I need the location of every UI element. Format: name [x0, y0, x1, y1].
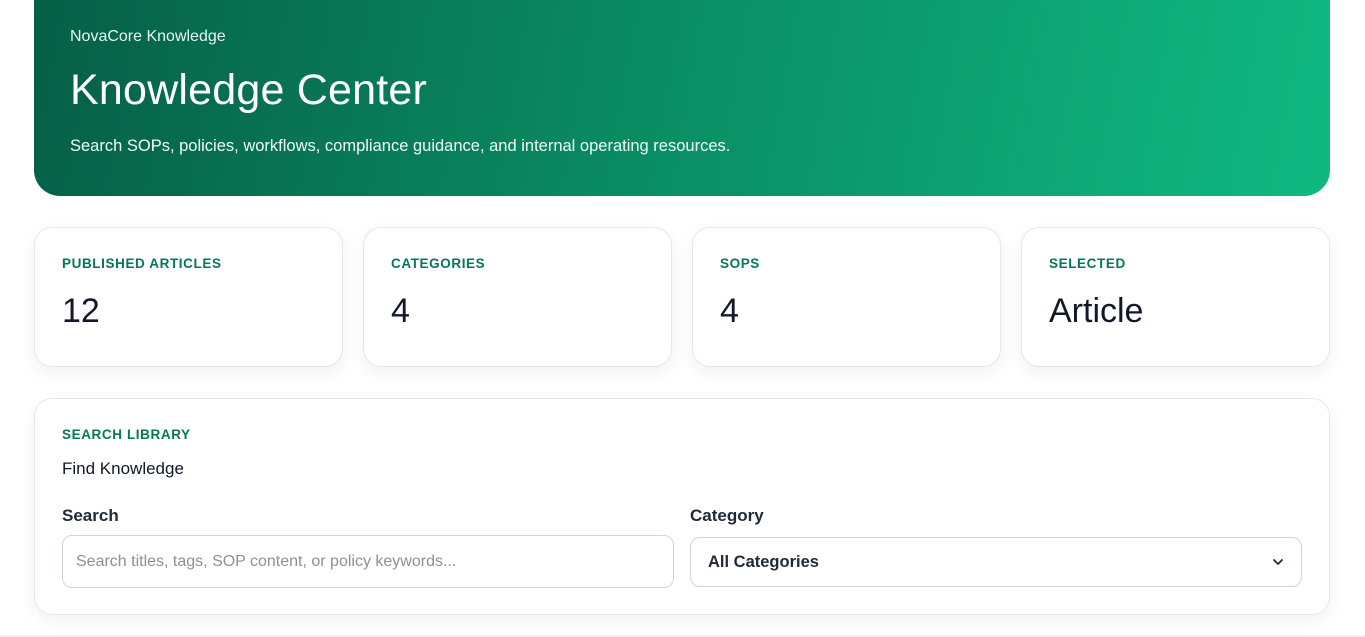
brand-name: NovaCore Knowledge: [70, 28, 226, 45]
panel-eyebrow: SEARCH LIBRARY: [62, 427, 191, 442]
category-label: Category: [690, 506, 764, 525]
stat-label: PUBLISHED ARTICLES: [62, 256, 222, 271]
category-selected-value: All Categories: [708, 552, 819, 571]
stat-label: SELECTED: [1049, 256, 1126, 271]
search-label: Search: [62, 506, 119, 525]
category-select[interactable]: All Categories: [690, 537, 1302, 587]
panel-title: Find Knowledge: [62, 459, 184, 478]
search-input[interactable]: [62, 535, 674, 588]
stat-card-selected: SELECTED Article: [1021, 227, 1330, 367]
stat-card-sops: SOPS 4: [692, 227, 1001, 367]
stats-row: PUBLISHED ARTICLES 12 CATEGORIES 4 SOPS …: [34, 227, 1330, 367]
stat-card-categories: CATEGORIES 4: [363, 227, 672, 367]
search-library-panel: SEARCH LIBRARY Find Knowledge Search Cat…: [34, 398, 1330, 615]
stat-card-published-articles: PUBLISHED ARTICLES 12: [34, 227, 343, 367]
hero-banner: NovaCore Knowledge Knowledge Center Sear…: [34, 0, 1330, 196]
stat-value: 4: [391, 292, 410, 330]
stat-value: 12: [62, 292, 100, 330]
stat-label: SOPS: [720, 256, 760, 271]
stat-value: 4: [720, 292, 739, 330]
knowledge-center-page: NovaCore Knowledge Knowledge Center Sear…: [0, 0, 1365, 637]
page-title: Knowledge Center: [70, 66, 427, 114]
chevron-down-icon: [1272, 556, 1284, 568]
stat-label: CATEGORIES: [391, 256, 486, 271]
page-subtitle: Search SOPs, policies, workflows, compli…: [70, 137, 731, 155]
stat-value: Article: [1049, 292, 1144, 330]
